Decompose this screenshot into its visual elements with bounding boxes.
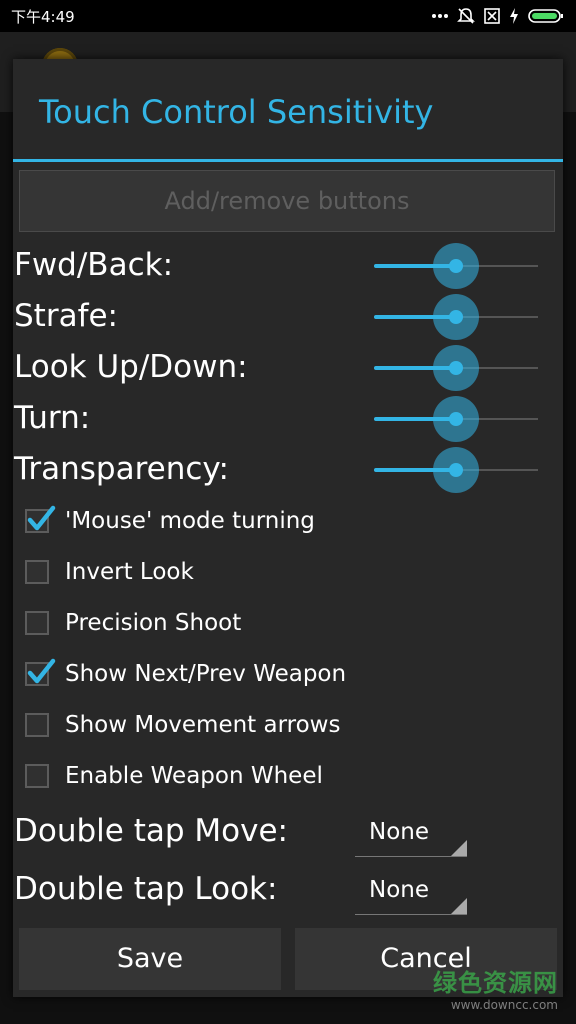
- slider-row-transparency: Transparency:: [13, 445, 563, 495]
- save-button[interactable]: Save: [19, 928, 281, 990]
- slider-thumb[interactable]: [433, 243, 479, 289]
- slider-label: Fwd/Back:: [14, 247, 174, 283]
- checkbox-label: Show Next/Prev Weapon: [65, 661, 347, 687]
- title-divider: [13, 159, 563, 162]
- checkbox[interactable]: [25, 713, 49, 737]
- spinner-arrow-icon: [451, 840, 467, 856]
- spinner-label: Double tap Move:: [14, 813, 288, 849]
- spinner-row-double-tap-move: Double tap Move: None: [13, 809, 563, 859]
- slider-label: Transparency:: [14, 451, 229, 487]
- checkmark-icon: [27, 658, 56, 684]
- status-bar: 下午4:49: [0, 0, 576, 32]
- checkbox-row-weapon-wheel[interactable]: Enable Weapon Wheel: [25, 756, 545, 800]
- slider-thumb[interactable]: [433, 294, 479, 340]
- slider-label: Strafe:: [14, 298, 119, 334]
- spinner-value: None: [369, 877, 430, 903]
- slider-thumb[interactable]: [433, 345, 479, 391]
- slider-track[interactable]: [374, 396, 538, 442]
- spinner-arrow-icon: [451, 898, 467, 914]
- checkbox-row-next-prev-weapon[interactable]: Show Next/Prev Weapon: [25, 654, 545, 698]
- status-time: 下午4:49: [11, 8, 75, 26]
- double-tap-move-spinner[interactable]: None: [355, 809, 467, 857]
- checkbox-row-movement-arrows[interactable]: Show Movement arrows: [25, 705, 545, 749]
- checkbox[interactable]: [25, 505, 56, 533]
- checkmark-icon: [27, 505, 56, 531]
- slider-row-strafe: Strafe:: [13, 292, 563, 342]
- slider-row-fwd-back: Fwd/Back:: [13, 241, 563, 291]
- slider-track[interactable]: [374, 345, 538, 391]
- dialog-title: Touch Control Sensitivity: [39, 93, 434, 131]
- watermark-url: www.downcc.com: [450, 998, 558, 1012]
- slider-track[interactable]: [374, 243, 538, 289]
- slider-thumb[interactable]: [433, 396, 479, 442]
- slider-label: Turn:: [14, 400, 91, 436]
- checkbox[interactable]: [25, 658, 56, 686]
- checkbox-label: Precision Shoot: [65, 610, 242, 636]
- checkbox-label: Invert Look: [65, 559, 194, 585]
- checkbox[interactable]: [25, 611, 49, 635]
- add-remove-buttons-button[interactable]: Add/remove buttons: [19, 170, 555, 232]
- checkbox[interactable]: [25, 764, 49, 788]
- checkbox-row-precision-shoot[interactable]: Precision Shoot: [25, 603, 545, 647]
- checkbox-label: Show Movement arrows: [65, 712, 341, 738]
- slider-track[interactable]: [374, 447, 538, 493]
- watermark-text: 绿色资源网: [433, 969, 558, 997]
- checkbox-label: Enable Weapon Wheel: [65, 763, 323, 789]
- checkbox-label: 'Mouse' mode turning: [65, 508, 315, 534]
- double-tap-look-spinner[interactable]: None: [355, 867, 467, 915]
- slider-track[interactable]: [374, 294, 538, 340]
- checkbox-row-invert-look[interactable]: Invert Look: [25, 552, 545, 596]
- slider-thumb[interactable]: [433, 447, 479, 493]
- no-sim-icon: [484, 8, 500, 24]
- slider-label: Look Up/Down:: [14, 349, 248, 385]
- touch-control-dialog: Touch Control Sensitivity Add/remove but…: [13, 59, 563, 997]
- slider-row-turn: Turn:: [13, 394, 563, 444]
- spinner-label: Double tap Look:: [14, 871, 278, 907]
- battery-icon: [528, 8, 564, 24]
- status-icons: [432, 6, 564, 26]
- more-dots-icon: [432, 13, 448, 19]
- spinner-value: None: [369, 819, 430, 845]
- checkbox[interactable]: [25, 560, 49, 584]
- watermark: 绿色资源网 www.downcc.com: [433, 963, 558, 1012]
- checkbox-row-mouse-mode[interactable]: 'Mouse' mode turning: [25, 501, 545, 545]
- muted-bell-icon: [457, 7, 475, 25]
- slider-row-look-up-down: Look Up/Down:: [13, 343, 563, 393]
- spinner-row-double-tap-look: Double tap Look: None: [13, 867, 563, 917]
- charging-icon: [509, 8, 519, 24]
